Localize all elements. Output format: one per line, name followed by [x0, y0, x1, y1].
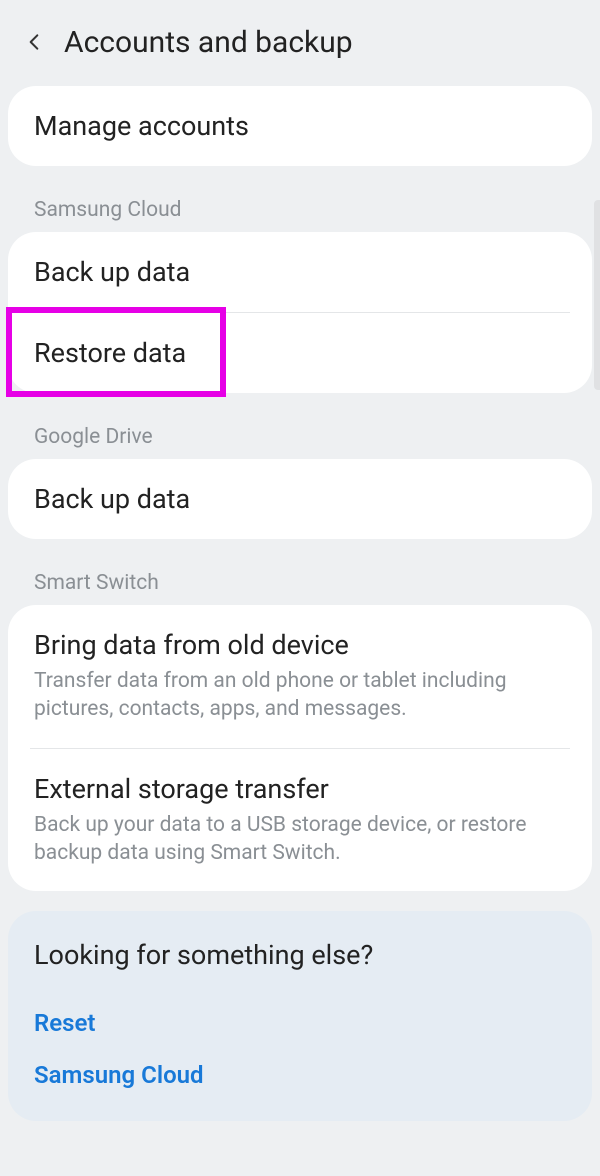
row-description: Back up your data to a USB storage devic… — [34, 811, 566, 868]
back-button[interactable] — [14, 22, 54, 62]
reset-link[interactable]: Reset — [34, 997, 566, 1049]
manage-accounts-card: Manage accounts — [8, 86, 592, 166]
gdrive-backup-row[interactable]: Back up data — [8, 459, 592, 539]
samsung-cloud-link[interactable]: Samsung Cloud — [34, 1049, 566, 1101]
restore-data-row[interactable]: Restore data — [8, 313, 592, 393]
scrollbar-indicator — [594, 200, 600, 390]
bring-data-row[interactable]: Bring data from old device Transfer data… — [8, 605, 592, 748]
row-title: Bring data from old device — [34, 629, 566, 661]
row-title: Restore data — [34, 337, 566, 369]
google-drive-card: Back up data — [8, 459, 592, 539]
chevron-left-icon — [24, 28, 44, 56]
row-title: Manage accounts — [34, 110, 566, 142]
samsung-cloud-card: Back up data Restore data — [8, 232, 592, 393]
section-label-samsung-cloud: Samsung Cloud — [8, 178, 592, 232]
header-bar: Accounts and backup — [8, 8, 592, 86]
section-label-smart-switch: Smart Switch — [8, 551, 592, 605]
row-title: Back up data — [34, 256, 566, 288]
backup-data-row[interactable]: Back up data — [8, 232, 592, 312]
settings-screen: Accounts and backup Manage accounts Sams… — [0, 0, 600, 1129]
looking-for-card: Looking for something else? Reset Samsun… — [8, 911, 592, 1121]
smart-switch-card: Bring data from old device Transfer data… — [8, 605, 592, 891]
row-title: External storage transfer — [34, 773, 566, 805]
looking-for-title: Looking for something else? — [34, 939, 566, 971]
page-title: Accounts and backup — [64, 25, 353, 60]
section-label-google-drive: Google Drive — [8, 405, 592, 459]
row-description: Transfer data from an old phone or table… — [34, 667, 566, 724]
row-title: Back up data — [34, 483, 566, 515]
manage-accounts-row[interactable]: Manage accounts — [8, 86, 592, 166]
external-storage-row[interactable]: External storage transfer Back up your d… — [8, 749, 592, 892]
